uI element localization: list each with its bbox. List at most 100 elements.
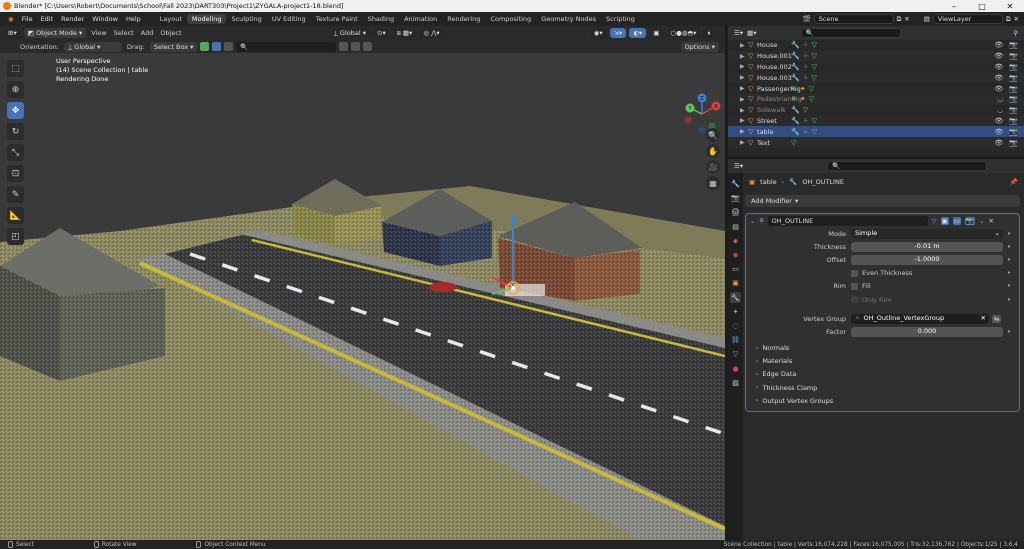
camera-icon[interactable]: 📷 [1009, 95, 1018, 103]
camera-icon[interactable]: 📷 [1009, 117, 1018, 125]
expand-arrow-icon[interactable]: ▶ [740, 63, 748, 70]
material-tab-icon[interactable]: ● [730, 363, 741, 374]
menu-edit[interactable]: Edit [37, 15, 58, 23]
camera-icon[interactable]: 📷 [1009, 85, 1018, 93]
outliner-item[interactable]: ▶ ▽ House.003 🔧 ⁘ ▽ 👁 📷 [728, 72, 1024, 84]
options-dropdown[interactable]: Options ▾ [680, 41, 719, 52]
outliner-search[interactable]: 🔍 [800, 28, 901, 38]
realtime-icon[interactable]: ▭ [952, 216, 961, 225]
tab-uv-editing[interactable]: UV Editing [267, 14, 311, 24]
armature-icon[interactable]: ✦ [800, 95, 806, 103]
new-scene-icon[interactable]: ⧉ [897, 15, 902, 24]
menu-window[interactable]: Window [88, 15, 122, 23]
tab-geometry-nodes[interactable]: Geometry Nodes [536, 14, 601, 24]
cursor-tool-icon[interactable]: ⊕ [7, 81, 24, 98]
mesh-data-icon[interactable]: ▽ [809, 95, 814, 103]
outliner-item[interactable]: ▶ ▽ table 🔧 ⁘ ▽ 👁 📷 [728, 126, 1024, 138]
blender-menu-icon[interactable]: ◉ [4, 15, 18, 23]
wrench-icon[interactable]: 🔧 [791, 128, 800, 136]
only-rim-checkbox[interactable]: Only Rim [851, 296, 892, 304]
expand-arrow-icon[interactable]: ▶ [740, 117, 748, 124]
eye-icon[interactable]: 👁 [994, 139, 1003, 147]
expand-arrow-icon[interactable]: ▶ [740, 53, 748, 60]
expand-arrow-icon[interactable]: ▶ [740, 128, 748, 135]
scene-selector[interactable]: Scene [813, 14, 894, 24]
proportional-edit-icon[interactable]: ◎ ⋀▾ [419, 28, 444, 38]
zoom-icon[interactable]: 🔍 [706, 128, 720, 142]
gizmo-toggle-icon[interactable]: ⇲▾ [609, 28, 627, 38]
outliner-item[interactable]: ▶ ▽ Sidewalk 🔧 ▽ ◡ 📷 [728, 105, 1024, 116]
expand-arrow-icon[interactable]: ▶ [740, 42, 748, 49]
outliner-item[interactable]: ▶ ▽ House.002 🔧 ⁘ ▽ 👁 📷 [728, 62, 1024, 73]
affect-icon[interactable] [351, 42, 361, 51]
keyframe-dot-icon[interactable]: • [1005, 269, 1013, 277]
camera-icon[interactable]: 📷 [1009, 139, 1018, 147]
overlay-toggle-icon[interactable]: ◐▾ [629, 28, 647, 38]
collection-tab-icon[interactable]: ▭ [730, 264, 741, 275]
subpanel-normals[interactable]: › Normals [746, 342, 1019, 355]
vertex-group-icon[interactable]: ⁘ [803, 41, 809, 49]
modifier-tab-icon[interactable]: 🔧 [730, 292, 741, 304]
mode-selector[interactable]: ◩ Object Mode ▾ [23, 28, 87, 38]
mesh-data-icon[interactable]: ▽ [809, 85, 814, 93]
mesh-data-icon[interactable]: ▽ [812, 52, 817, 60]
render-tab-icon[interactable]: 📷 [730, 193, 741, 204]
shading-modes-icon[interactable]: ○●◍◓▾ [666, 28, 701, 38]
camera-icon[interactable]: 📷 [1009, 128, 1018, 136]
keyframe-dot-icon[interactable]: • [1005, 243, 1013, 251]
eye-icon[interactable]: 👁 [994, 63, 1003, 71]
snap-element-icon[interactable] [224, 42, 234, 51]
mesh-data-icon[interactable]: ▽ [803, 106, 808, 114]
properties-search[interactable]: 🔍 [827, 161, 988, 171]
tab-scripting[interactable]: Scripting [601, 14, 640, 24]
fill-checkbox[interactable]: Fill [851, 282, 871, 290]
eye-icon[interactable]: ◡ [997, 95, 1003, 103]
view-layer-tab-icon[interactable]: ▤ [730, 221, 741, 232]
outliner-item-name[interactable]: Sidewalk [757, 106, 786, 114]
armature-icon[interactable]: ✦ [800, 85, 806, 93]
keyframe-dot-icon[interactable]: • [1005, 230, 1013, 238]
scale-tool-icon[interactable]: ⤡ [7, 144, 24, 161]
add-modifier-button[interactable]: Add Modifier ▾ [745, 195, 1020, 207]
xray-icon[interactable]: ▣ [649, 28, 664, 38]
object-tab-icon[interactable]: ▣ [730, 278, 741, 289]
menu-object[interactable]: Object [158, 29, 183, 37]
tool-tab-icon[interactable]: 🔧 [730, 179, 741, 190]
ortho-grid-icon[interactable]: ▦ [706, 176, 720, 190]
edit-mode-icon[interactable]: ▽ [932, 217, 937, 225]
camera-icon[interactable]: 📷 [1009, 63, 1018, 71]
tab-compositing[interactable]: Compositing [485, 14, 536, 24]
measure-tool-icon[interactable]: 📐 [7, 207, 24, 224]
world-tab-icon[interactable]: ◉ [730, 250, 741, 261]
eye-icon[interactable]: 👁 [994, 117, 1003, 125]
outliner-item[interactable]: ▶ ▽ PedestrianRig ✳ ✦ ▽ ◡ 📷 [728, 93, 1024, 105]
editor-type-icon[interactable]: ⊞▾ [4, 28, 21, 38]
eye-icon[interactable]: 👁 [994, 41, 1003, 49]
pose-icon[interactable]: ✳ [791, 85, 797, 93]
menu-render[interactable]: Render [57, 15, 88, 23]
rotate-tool-icon[interactable]: ↻ [7, 123, 24, 140]
camera-view-icon[interactable]: 🎥 [706, 160, 720, 174]
expand-arrow-icon[interactable]: ▶ [740, 74, 748, 81]
remove-modifier-icon[interactable]: ✕ [988, 217, 993, 225]
menu-select[interactable]: Select [112, 29, 136, 37]
even-thickness-checkbox[interactable]: Even Thickness [851, 269, 912, 277]
outliner-item[interactable]: ▶ ▽ PassengerRig ✳ ✦ ▽ 👁 📷 [728, 83, 1024, 94]
visibility-icon[interactable]: ◉▾ [589, 28, 607, 38]
properties-editor-icon[interactable]: ☰▾ [734, 162, 743, 170]
expand-arrow-icon[interactable]: ▶ [740, 85, 748, 92]
pause-icon[interactable]: ⏸ [703, 28, 715, 38]
mesh-data-icon[interactable]: ▽ [812, 117, 817, 125]
outliner-item-name[interactable]: Street [757, 117, 785, 125]
wrench-icon[interactable]: 🔧 [791, 74, 800, 82]
data-tab-icon[interactable]: ▽ [730, 349, 741, 360]
select-tool-icon[interactable]: ⬚ [7, 60, 24, 77]
outliner-item-name[interactable]: table [757, 128, 785, 136]
eye-icon[interactable]: 👁 [994, 128, 1003, 136]
mesh-data-icon[interactable]: ▽ [812, 74, 817, 82]
expand-arrow-icon[interactable]: ▶ [740, 107, 748, 114]
render-icon[interactable]: 📷 [964, 216, 975, 225]
camera-icon[interactable]: 📷 [1009, 52, 1018, 60]
tab-sculpting[interactable]: Sculpting [226, 14, 266, 24]
eye-icon[interactable]: 👁 [994, 85, 1003, 93]
